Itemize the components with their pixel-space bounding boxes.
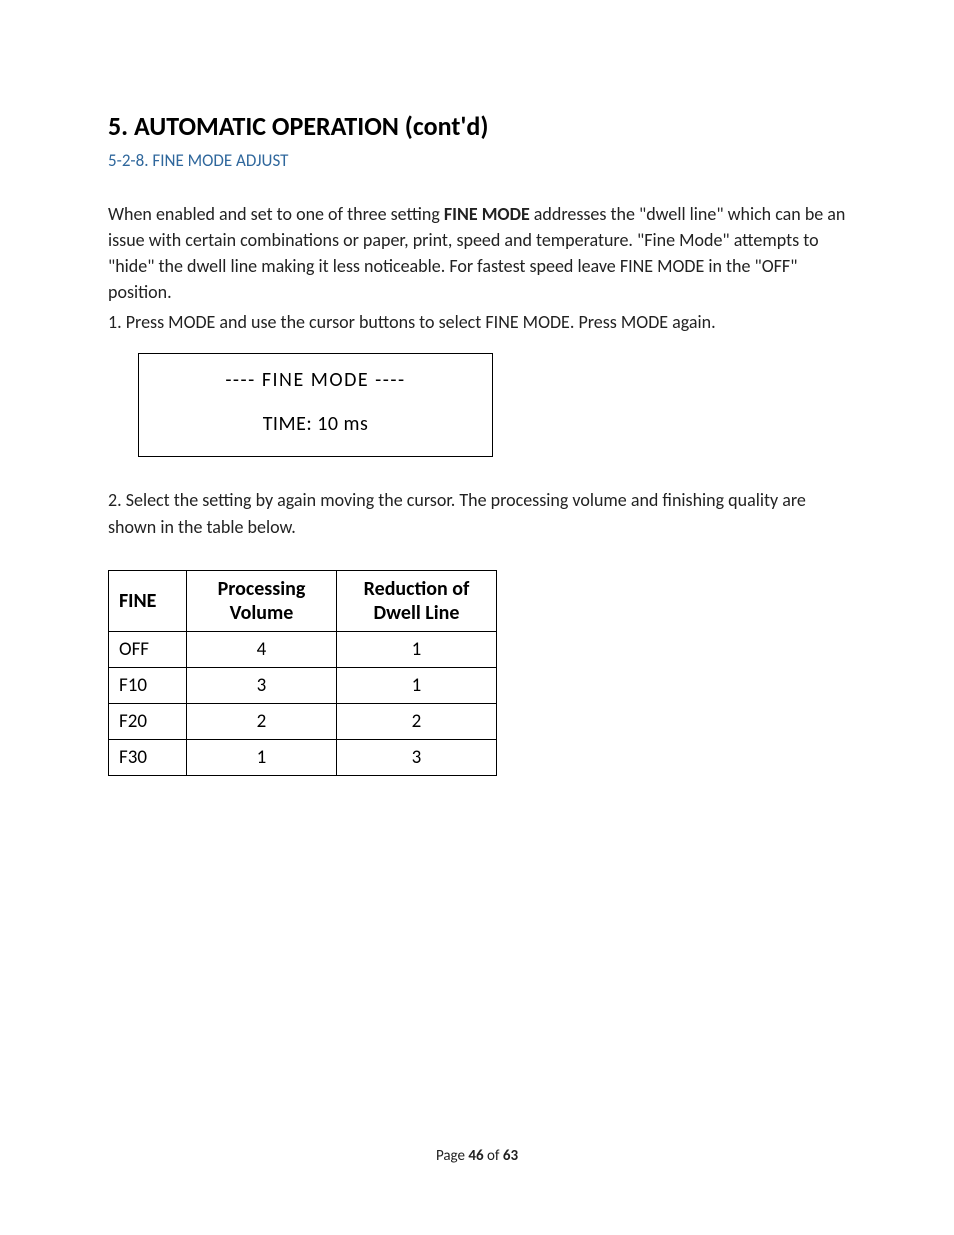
th-processing-volume: Processing Volume [187, 570, 337, 631]
cell-label: F20 [109, 703, 187, 739]
lcd-line-2: TIME: 10 ms [139, 412, 492, 436]
footer-pre: Page [436, 1147, 468, 1165]
cell-label: F10 [109, 667, 187, 703]
th-fine: FINE [109, 570, 187, 631]
cell-label: F30 [109, 739, 187, 775]
page-footer: Page 46 of 63 [0, 1147, 954, 1165]
para1-bold: FINE MODE [444, 203, 530, 225]
table-row: F30 1 3 [109, 739, 497, 775]
cell-vol: 3 [187, 667, 337, 703]
table-row: F10 3 1 [109, 667, 497, 703]
cell-vol: 2 [187, 703, 337, 739]
fine-mode-table: FINE Processing Volume Reduction of Dwel… [108, 570, 497, 776]
cell-vol: 4 [187, 631, 337, 667]
th-reduction-dwell: Reduction of Dwell Line [337, 570, 497, 631]
footer-current-page: 46 [468, 1147, 483, 1165]
para1-pre: When enabled and set to one of three set… [108, 203, 444, 225]
subsection-heading: 5-2-8. FINE MODE ADJUST [108, 150, 854, 171]
cell-red: 1 [337, 631, 497, 667]
step-2: 2. Select the setting by again moving th… [108, 487, 854, 539]
table-row: OFF 4 1 [109, 631, 497, 667]
footer-total-pages: 63 [503, 1147, 518, 1165]
footer-mid: of [484, 1147, 503, 1165]
lcd-line-1: ---- FINE MODE ---- [139, 368, 492, 392]
lcd-display-box: ---- FINE MODE ---- TIME: 10 ms [138, 353, 493, 457]
cell-vol: 1 [187, 739, 337, 775]
cell-label: OFF [109, 631, 187, 667]
cell-red: 1 [337, 667, 497, 703]
step-1: 1. Press MODE and use the cursor buttons… [108, 309, 854, 335]
paragraph-intro: When enabled and set to one of three set… [108, 201, 854, 305]
cell-red: 3 [337, 739, 497, 775]
section-heading: 5. AUTOMATIC OPERATION (cont'd) [108, 110, 854, 142]
cell-red: 2 [337, 703, 497, 739]
table-row: F20 2 2 [109, 703, 497, 739]
table-header-row: FINE Processing Volume Reduction of Dwel… [109, 570, 497, 631]
